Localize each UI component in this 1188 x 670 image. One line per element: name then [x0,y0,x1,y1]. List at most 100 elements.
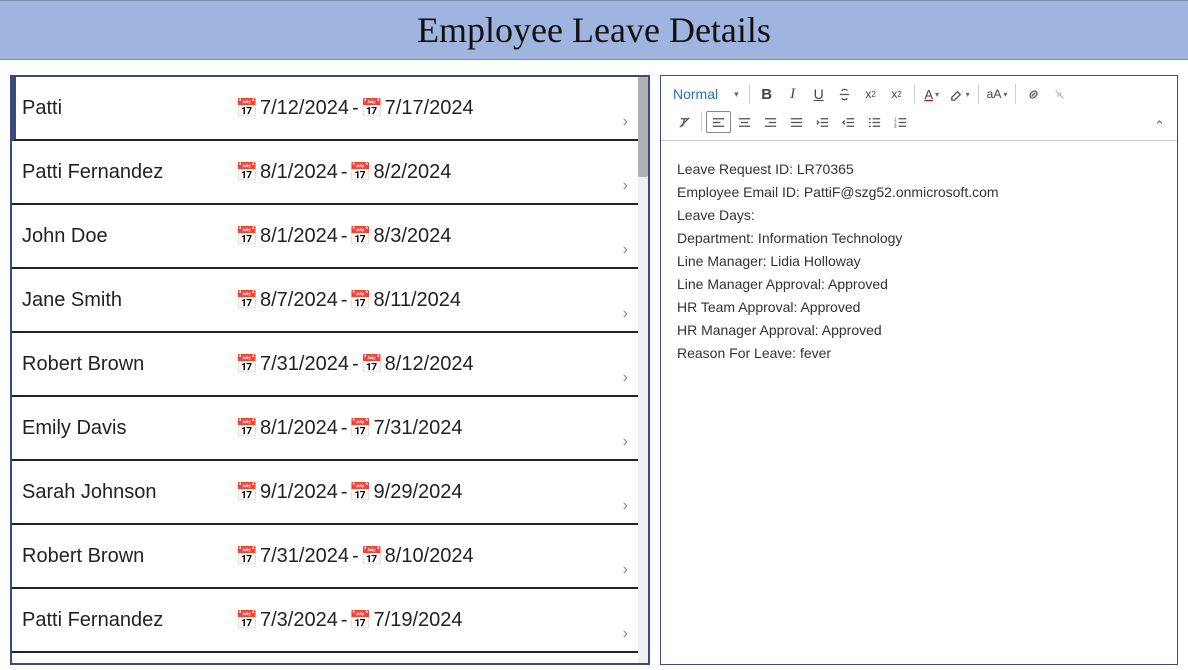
leave-list: Patti 📅 7/12/2024 - 📅 7/17/2024 › Patti … [12,77,638,663]
list-item[interactable]: Robert Brown 📅 7/31/2024 - 📅 8/10/2024 › [12,525,638,589]
start-date: 7/31/2024 [260,353,349,376]
detail-panel: Normal ▾ B I U x2 x2 A▾ ▾ [660,75,1178,665]
chevron-right-icon: › [623,113,628,131]
outdent-button[interactable] [835,110,861,134]
date-separator: - [341,609,348,632]
highlight-color-button[interactable]: ▾ [945,82,974,106]
list-item[interactable]: Robert Brown 📅 7/31/2024 - 📅 8/12/2024 › [12,333,638,397]
detail-line: Line Manager: Lidia Holloway [677,251,1161,272]
list-item[interactable]: Sarah Johnson 📅 9/1/2024 - 📅 9/29/2024 › [12,461,638,525]
detail-line: Reason For Leave: fever [677,343,1161,364]
date-separator: - [352,545,359,568]
toolbar-separator [749,84,750,104]
case-button[interactable]: aA▾ [983,82,1012,106]
start-date: 7/3/2024 [260,609,338,632]
end-date: 8/10/2024 [385,545,474,568]
leave-list-panel: Patti 📅 7/12/2024 - 📅 7/17/2024 › Patti … [10,75,650,665]
date-range: 📅 9/1/2024 - 📅 9/29/2024 [237,481,463,504]
align-justify-button[interactable] [783,110,809,134]
calendar-icon: 📅 [362,98,382,118]
detail-line: Line Manager Approval: Approved [677,274,1161,295]
align-right-button[interactable] [757,110,783,134]
list-item[interactable]: Patti 📅 7/12/2024 - 📅 7/17/2024 › [12,77,638,141]
employee-name: Patti [22,97,237,120]
chevron-right-icon: › [623,497,628,515]
detail-line: Employee Email ID: PattiF@szg52.onmicros… [677,182,1161,203]
date-range: 📅 8/1/2024 - 📅 8/2/2024 [237,161,451,184]
calendar-icon: 📅 [362,354,382,374]
employee-name: John Doe [22,225,237,248]
number-list-button[interactable]: 123 [887,110,913,134]
detail-line: Leave Days: [677,205,1161,226]
align-center-button[interactable] [731,110,757,134]
employee-name: Patti Fernandez [22,161,237,184]
calendar-icon: 📅 [237,546,257,566]
collapse-toolbar-icon[interactable]: ⌃ [1154,118,1165,134]
unlink-button [1046,82,1072,106]
date-range: 📅 7/12/2024 - 📅 7/17/2024 [237,97,474,120]
calendar-icon: 📅 [351,162,371,182]
bullet-list-button[interactable] [861,110,887,134]
start-date: 8/1/2024 [260,161,338,184]
calendar-icon: 📅 [351,418,371,438]
detail-line: HR Manager Approval: Approved [677,320,1161,341]
end-date: 8/2/2024 [374,161,452,184]
align-left-button[interactable] [706,111,731,133]
start-date: 7/31/2024 [260,545,349,568]
employee-name: Emily Davis [22,417,237,440]
indent-button[interactable] [809,110,835,134]
font-color-button[interactable]: A▾ [919,82,945,106]
chevron-right-icon: › [623,241,628,259]
calendar-icon: 📅 [237,354,257,374]
end-date: 8/12/2024 [385,353,474,376]
calendar-icon: 📅 [351,290,371,310]
end-date: 8/11/2024 [374,289,462,312]
detail-body[interactable]: Leave Request ID: LR70365Employee Email … [661,141,1177,664]
list-item[interactable]: Jane Smith 📅 8/7/2024 - 📅 8/11/2024 › [12,269,638,333]
bold-button[interactable]: B [754,82,780,106]
calendar-icon: 📅 [351,482,371,502]
calendar-icon: 📅 [362,546,382,566]
detail-line: Leave Request ID: LR70365 [677,159,1161,180]
page-title: Employee Leave Details [417,9,771,51]
font-style-label: Normal [673,86,718,102]
calendar-icon: 📅 [237,290,257,310]
employee-name: Patti Fernandez [22,609,237,632]
calendar-icon: 📅 [237,162,257,182]
date-range: 📅 7/3/2024 - 📅 7/19/2024 [237,609,463,632]
strikethrough-button[interactable] [832,82,858,106]
date-range: 📅 7/31/2024 - 📅 8/10/2024 [237,545,474,568]
link-button[interactable] [1020,82,1046,106]
date-separator: - [341,289,348,312]
toolbar-separator [701,112,702,132]
italic-button[interactable]: I [780,82,806,106]
calendar-icon: 📅 [237,610,257,630]
list-scrollbar[interactable] [638,77,648,663]
end-date: 8/3/2024 [374,225,452,248]
employee-name: Jane Smith [22,289,237,312]
scrollbar-thumb[interactable] [638,77,648,177]
chevron-right-icon: › [623,433,628,451]
list-item[interactable]: John Doe 📅 8/1/2024 - 📅 8/3/2024 › [12,205,638,269]
date-separator: - [341,225,348,248]
font-style-select[interactable]: Normal ▾ [671,86,745,102]
superscript-button[interactable]: x2 [858,82,884,106]
end-date: 7/31/2024 [374,417,463,440]
toolbar-separator [978,84,979,104]
list-item[interactable]: Patti Fernandez 📅 8/1/2024 - 📅 8/2/2024 … [12,141,638,205]
list-item[interactable]: Emily Davis 📅 8/1/2024 - 📅 7/31/2024 › [12,397,638,461]
start-date: 8/7/2024 [260,289,338,312]
start-date: 9/1/2024 [260,481,338,504]
date-range: 📅 7/31/2024 - 📅 8/12/2024 [237,353,474,376]
underline-button[interactable]: U [806,82,832,106]
clear-format-button[interactable] [671,110,697,134]
chevron-right-icon: › [623,369,628,387]
calendar-icon: 📅 [237,418,257,438]
date-separator: - [352,353,359,376]
chevron-right-icon: › [623,177,628,195]
subscript-button[interactable]: x2 [884,82,910,106]
list-item[interactable]: Patti Fernandez 📅 7/3/2024 - 📅 7/19/2024… [12,589,638,653]
employee-name: Robert Brown [22,545,237,568]
date-separator: - [341,481,348,504]
dropdown-arrow-icon: ▾ [734,89,739,100]
